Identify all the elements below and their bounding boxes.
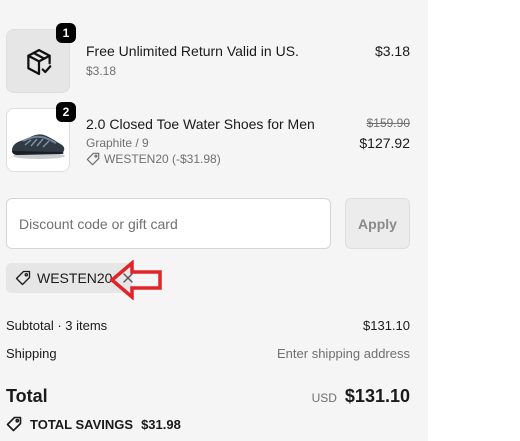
currency-code: USD — [311, 391, 337, 405]
item-discount: WESTEN20 (-$31.98) — [86, 152, 221, 166]
annotation-arrow-icon — [109, 260, 162, 300]
discount-code-input[interactable] — [6, 198, 331, 249]
product-price: $3.18 — [374, 43, 410, 59]
subtotal-label: Subtotal · 3 items — [6, 318, 108, 333]
tag-icon — [15, 270, 31, 286]
subtotal-value: $131.10 — [363, 318, 410, 333]
product-variant: Graphite / 9 — [86, 136, 149, 150]
shoe-image — [12, 134, 65, 159]
product-subprice: $3.18 — [86, 64, 117, 78]
shipping-label: Shipping — [6, 346, 57, 361]
package-check-icon — [27, 49, 52, 75]
line-item: 2 2.0 Closed Toe Water Shoes for Men Gra… — [6, 102, 410, 172]
tag-icon — [86, 152, 100, 166]
product-name: Free Unlimited Return Valid in US. — [86, 43, 299, 59]
apply-button[interactable]: Apply — [345, 198, 410, 249]
quantity-badge: 2 — [56, 102, 76, 122]
quantity-badge: 1 — [56, 23, 76, 43]
product-thumbnail: 1 — [6, 23, 76, 93]
shipping-value: Enter shipping address — [277, 346, 410, 361]
total-amount: USD $131.10 — [312, 386, 410, 407]
product-name: 2.0 Closed Toe Water Shoes for Men — [86, 116, 315, 132]
total-value: $131.10 — [344, 386, 410, 406]
tag-icon — [6, 416, 22, 432]
savings-value: $31.98 — [141, 416, 181, 432]
applied-code-label: WESTEN20 — [37, 270, 113, 286]
line-item: 1 Free Unlimited Return Valid in US. $3.… — [6, 23, 410, 93]
product-price: $127.92 — [359, 135, 410, 151]
product-thumbnail: 2 — [6, 102, 76, 172]
total-savings: TOTAL SAVINGS $31.98 — [6, 416, 181, 432]
original-price: $159.90 — [366, 116, 410, 130]
order-summary-panel: 1 Free Unlimited Return Valid in US. $3.… — [0, 0, 428, 441]
savings-label: TOTAL SAVINGS — [30, 416, 134, 432]
total-label: Total — [6, 386, 48, 406]
item-discount-label: WESTEN20 (-$31.98) — [104, 152, 221, 166]
